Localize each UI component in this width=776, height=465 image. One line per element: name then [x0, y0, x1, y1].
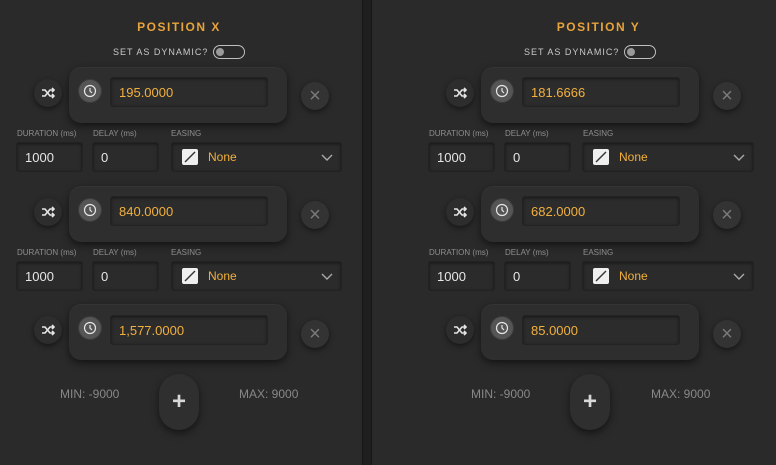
min-label: MIN: -9000 — [60, 387, 120, 401]
delay-input[interactable]: 0 — [92, 142, 159, 172]
shuffle-icon[interactable] — [34, 79, 62, 107]
duration-label: DURATION (ms) — [429, 248, 489, 257]
keyframe-value-input[interactable]: 195.0000 — [110, 77, 268, 107]
keyframe-value-input[interactable]: 840.0000 — [110, 196, 268, 226]
linear-easing-icon — [182, 149, 198, 165]
duration-label: DURATION (ms) — [17, 248, 77, 257]
chevron-down-icon — [321, 151, 333, 165]
easing-label: EASING — [171, 129, 202, 138]
max-label: MAX: 9000 — [239, 387, 299, 401]
panel-divider — [362, 0, 372, 465]
duration-label: DURATION (ms) — [17, 129, 77, 138]
chevron-down-icon — [733, 151, 745, 165]
keyframe-value-input[interactable]: 181.6666 — [522, 77, 680, 107]
keyframe-value-input[interactable]: 85.0000 — [522, 315, 680, 345]
duration-input[interactable]: 1000 — [16, 142, 83, 172]
shuffle-icon[interactable] — [446, 316, 474, 344]
dynamic-toggle[interactable] — [624, 45, 657, 59]
easing-select[interactable]: None — [582, 261, 754, 291]
shuffle-icon[interactable] — [446, 79, 474, 107]
close-icon[interactable]: × — [713, 201, 741, 229]
delay-label: DELAY (ms) — [93, 129, 137, 138]
position-y-panel: POSITION Y SET AS DYNAMIC? 181.6666 × DU… — [412, 0, 776, 465]
shuffle-icon[interactable] — [34, 316, 62, 344]
delay-input[interactable]: 0 — [504, 261, 571, 291]
duration-input[interactable]: 1000 — [16, 261, 83, 291]
panel-title: POSITION X — [137, 20, 221, 34]
dynamic-label: SET AS DYNAMIC? — [524, 47, 620, 57]
delay-label: DELAY (ms) — [505, 129, 549, 138]
close-icon[interactable]: × — [713, 320, 741, 348]
close-icon[interactable]: × — [301, 320, 329, 348]
clock-icon[interactable] — [490, 79, 514, 103]
easing-select[interactable]: None — [171, 261, 342, 291]
close-icon[interactable]: × — [713, 82, 741, 110]
add-keyframe-button[interactable]: + — [570, 374, 610, 430]
clock-icon[interactable] — [78, 316, 102, 340]
easing-label: EASING — [583, 129, 614, 138]
dynamic-toggle-row: SET AS DYNAMIC? — [113, 45, 246, 59]
clock-icon[interactable] — [78, 79, 102, 103]
clock-icon[interactable] — [78, 198, 102, 222]
close-icon[interactable]: × — [301, 82, 329, 110]
easing-value: None — [208, 150, 237, 164]
easing-value: None — [208, 269, 237, 283]
position-x-panel: POSITION X SET AS DYNAMIC? 195.0000 × DU… — [0, 0, 362, 465]
keyframe-value-input[interactable]: 1,577.0000 — [110, 315, 268, 345]
linear-easing-icon — [593, 268, 609, 284]
linear-easing-icon — [182, 268, 198, 284]
delay-label: DELAY (ms) — [93, 248, 137, 257]
easing-label: EASING — [171, 248, 202, 257]
duration-input[interactable]: 1000 — [428, 142, 495, 172]
page: POSITION X SET AS DYNAMIC? 195.0000 × DU… — [0, 0, 776, 465]
easing-select[interactable]: None — [582, 142, 754, 172]
easing-value: None — [619, 269, 648, 283]
min-label: MIN: -9000 — [471, 387, 531, 401]
dynamic-toggle[interactable] — [213, 45, 246, 59]
shuffle-icon[interactable] — [34, 198, 62, 226]
clock-icon[interactable] — [490, 316, 514, 340]
easing-select[interactable]: None — [171, 142, 342, 172]
delay-input[interactable]: 0 — [504, 142, 571, 172]
dynamic-toggle-row: SET AS DYNAMIC? — [524, 45, 657, 59]
keyframe-value-input[interactable]: 682.0000 — [522, 196, 680, 226]
delay-label: DELAY (ms) — [505, 248, 549, 257]
close-icon[interactable]: × — [301, 201, 329, 229]
easing-value: None — [619, 150, 648, 164]
delay-input[interactable]: 0 — [92, 261, 159, 291]
linear-easing-icon — [593, 149, 609, 165]
chevron-down-icon — [733, 270, 745, 284]
shuffle-icon[interactable] — [446, 198, 474, 226]
easing-label: EASING — [583, 248, 614, 257]
duration-input[interactable]: 1000 — [428, 261, 495, 291]
dynamic-label: SET AS DYNAMIC? — [113, 47, 209, 57]
max-label: MAX: 9000 — [651, 387, 711, 401]
duration-label: DURATION (ms) — [429, 129, 489, 138]
add-keyframe-button[interactable]: + — [159, 374, 199, 430]
panel-title: POSITION Y — [556, 20, 641, 34]
clock-icon[interactable] — [490, 198, 514, 222]
chevron-down-icon — [321, 270, 333, 284]
